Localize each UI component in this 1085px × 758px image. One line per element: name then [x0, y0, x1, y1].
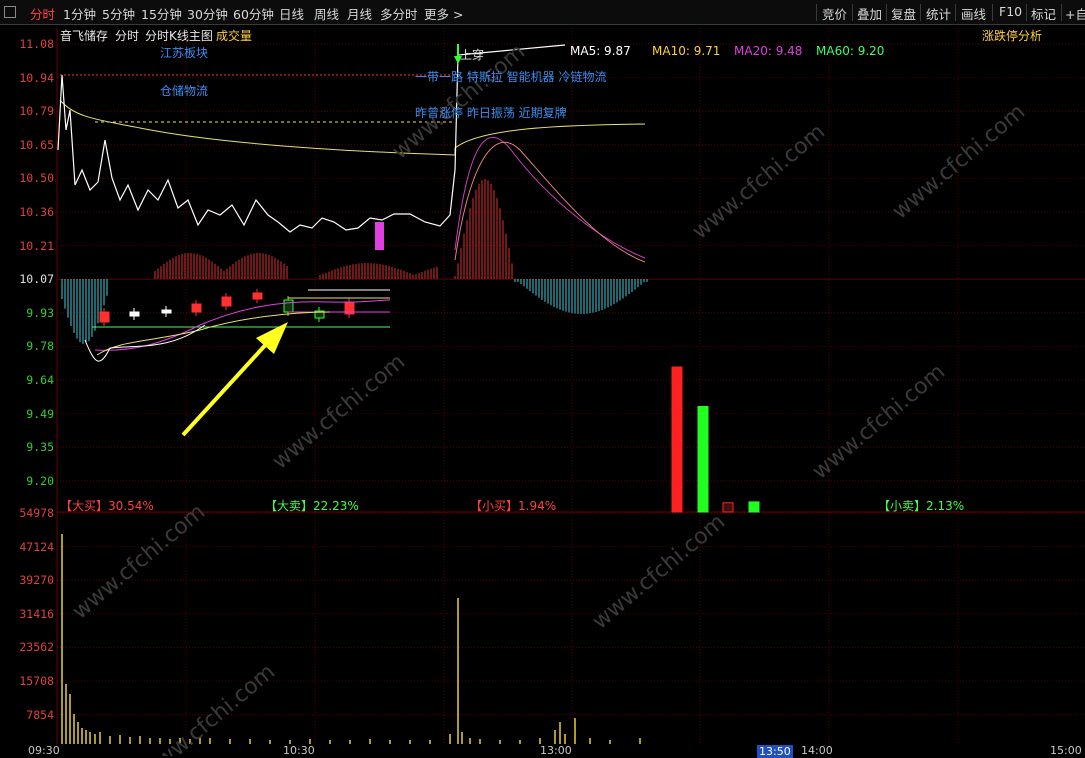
ma5-label: MA5: 9.87: [570, 44, 631, 58]
time-label-1400: 14:00: [801, 744, 833, 757]
price-tick: 9.64: [26, 373, 54, 387]
price-tick: 9.78: [26, 339, 54, 354]
concept-tags[interactable]: 一带一路 特斯拉 智能机器 冷链物流: [415, 68, 606, 85]
price-tick: 10.94: [19, 70, 54, 85]
candle-body: [191, 303, 202, 313]
ma10-label: MA10: 9.71: [652, 44, 721, 58]
sector-tag-jiangsu[interactable]: 江苏板块: [160, 44, 208, 61]
candle-body: [252, 292, 263, 300]
watermark-text: www.cfchi.com: [268, 349, 410, 474]
time-label-1030: 10:30: [283, 744, 315, 757]
annotation-arrow-shaft: [181, 338, 272, 437]
volume-tick: 7854: [26, 707, 54, 722]
ma60-label: MA60: 9.20: [816, 44, 885, 58]
ma20-label: MA20: 9.48: [734, 44, 803, 58]
watermark-text: www.cfchi.com: [588, 509, 730, 634]
candle-body: [161, 309, 172, 314]
flow-bar: [748, 501, 760, 513]
cross-signal-label: 上穿: [460, 48, 485, 62]
big-buy-pct: 【大买】30.54%: [60, 499, 154, 513]
price-tick: 10.79: [19, 104, 54, 119]
sector-tag-logistics[interactable]: 仓储物流: [160, 82, 208, 99]
ma20-curve: [454, 137, 646, 259]
highlight-candle: [375, 222, 384, 250]
small-sell-pct: 【小卖】2.13%: [878, 499, 965, 513]
flow-bar: [722, 502, 734, 513]
price-tick: 10.65: [19, 137, 54, 152]
small-buy-pct: 【小买】1.94%: [470, 499, 557, 513]
price-tick: 9.93: [26, 305, 54, 320]
volume-tick: 39270: [19, 573, 54, 588]
watermark-text: www.cfchi.com: [888, 99, 1030, 224]
time-label-1300: 13:00: [540, 744, 572, 757]
flow-bar: [671, 366, 683, 513]
price-tick: 10.36: [19, 205, 54, 219]
volume-tick: 31416: [19, 606, 54, 621]
volume-tick: 47124: [19, 539, 54, 554]
volume-tick: 54978: [19, 506, 54, 520]
ma5-daily: [84, 324, 206, 362]
price-tick: 9.20: [26, 473, 54, 488]
price-tick: 9.35: [26, 440, 54, 455]
volume-tick: 15708: [19, 674, 54, 688]
volume-tick: 23562: [19, 640, 54, 655]
flow-bar: [697, 405, 709, 513]
watermark-text: www.cfchi.com: [138, 659, 280, 756]
candle-body: [221, 296, 232, 307]
candle-body: [129, 311, 140, 317]
price-tick: 10.21: [19, 238, 54, 253]
watermark-text: www.cfchi.com: [808, 359, 950, 484]
big-sell-pct: 【大卖】22.23%: [265, 499, 359, 513]
status-tags: 昨曾涨停 昨日振荡 近期复牌: [415, 106, 567, 120]
price-tick: 10.50: [19, 171, 54, 186]
time-label-1500: 15:00: [1050, 744, 1082, 757]
watermark-text: www.cfchi.com: [688, 119, 830, 244]
time-label-0930: 09:30: [28, 744, 60, 757]
cursor-time-box: 13:50: [757, 745, 793, 758]
price-tick: 11.08: [19, 37, 54, 51]
watermark-text: www.cfchi.com: [68, 499, 210, 624]
candle-body: [99, 311, 110, 323]
candle-body: [283, 299, 294, 313]
price-tick: 10.07: [19, 272, 54, 287]
price-tick: 9.49: [26, 406, 54, 421]
